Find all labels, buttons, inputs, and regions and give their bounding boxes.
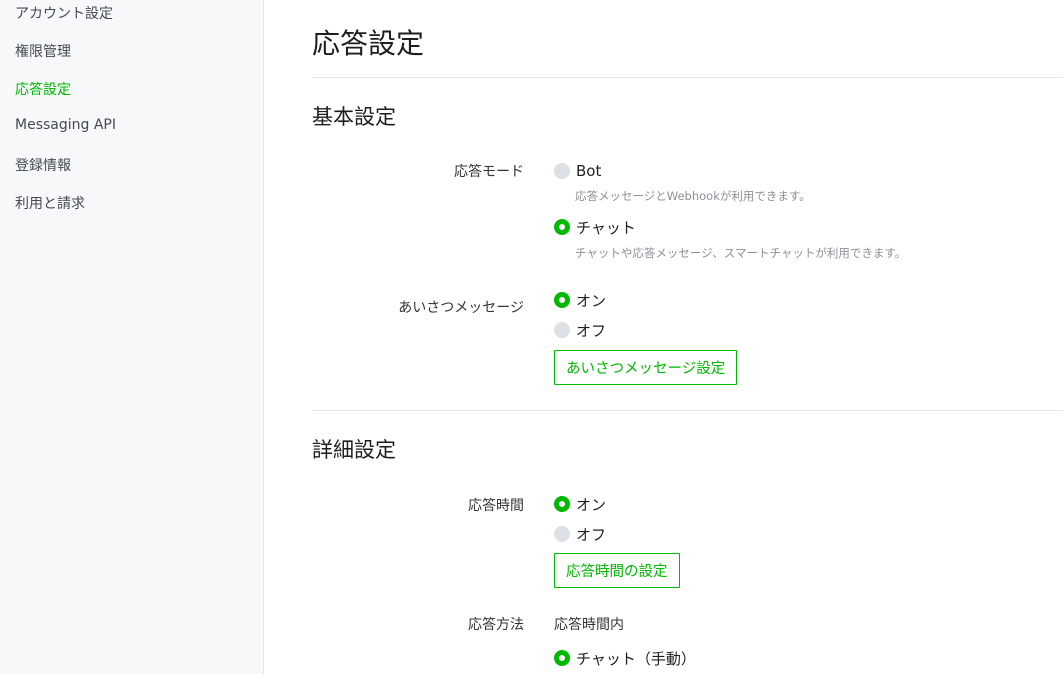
sidebar-item-usage-billing[interactable]: 利用と請求 [15, 193, 85, 213]
radio-chat[interactable]: チャット [554, 218, 636, 237]
sidebar-item-response-settings[interactable]: 応答設定 [15, 79, 71, 99]
radio-bot-label: Bot [576, 162, 602, 180]
section-divider [312, 410, 1063, 411]
page-title: 応答設定 [312, 27, 425, 60]
radio-bot-hint: 応答メッセージとWebhookが利用できます。 [575, 189, 811, 203]
main-content: 応答設定 基本設定 応答モード Bot 応答メッセージとWebhookが利用でき… [264, 0, 1063, 674]
response-method-scope: 応答時間内 [554, 617, 624, 633]
radio-hours-off[interactable]: オフ [554, 525, 607, 544]
radio-hours-on[interactable]: オン [554, 495, 607, 514]
radio-unchecked-icon [554, 163, 570, 179]
radio-unchecked-icon [554, 322, 570, 338]
radio-greeting-off-label: オフ [576, 321, 607, 340]
radio-unchecked-icon [554, 526, 570, 542]
radio-checked-icon [554, 650, 570, 666]
response-hours-label: 応答時間 [468, 498, 524, 514]
radio-checked-icon [554, 292, 570, 308]
sidebar: アカウント設定 権限管理 応答設定 Messaging API 登録情報 利用と… [0, 0, 264, 674]
title-divider [312, 77, 1063, 78]
radio-chat-hint: チャットや応答メッセージ、スマートチャットが利用できます。 [575, 246, 907, 260]
greeting-message-settings-button[interactable]: あいさつメッセージ設定 [554, 350, 738, 385]
radio-checked-icon [554, 496, 570, 512]
sidebar-item-messaging-api[interactable]: Messaging API [15, 117, 116, 133]
radio-bot[interactable]: Bot [554, 162, 601, 180]
radio-chat-label: チャット [576, 218, 636, 237]
sidebar-item-permissions[interactable]: 権限管理 [15, 41, 71, 61]
section-title-basic: 基本設定 [312, 105, 396, 129]
response-method-label: 応答方法 [468, 617, 524, 633]
radio-manual-chat-label: チャット（手動） [576, 649, 696, 668]
response-mode-label: 応答モード [454, 164, 524, 180]
sidebar-item-account-settings[interactable]: アカウント設定 [15, 3, 113, 23]
response-hours-settings-button[interactable]: 応答時間の設定 [554, 553, 680, 588]
section-title-detail: 詳細設定 [312, 438, 396, 462]
radio-hours-on-label: オン [576, 495, 607, 514]
radio-greeting-on[interactable]: オン [554, 291, 607, 310]
radio-greeting-off[interactable]: オフ [554, 321, 607, 340]
sidebar-item-registration-info[interactable]: 登録情報 [15, 155, 71, 175]
radio-greeting-on-label: オン [576, 291, 607, 310]
radio-hours-off-label: オフ [576, 525, 607, 544]
radio-checked-icon [554, 219, 570, 235]
greeting-message-label: あいさつメッセージ [398, 300, 524, 316]
radio-manual-chat[interactable]: チャット（手動） [554, 649, 696, 668]
